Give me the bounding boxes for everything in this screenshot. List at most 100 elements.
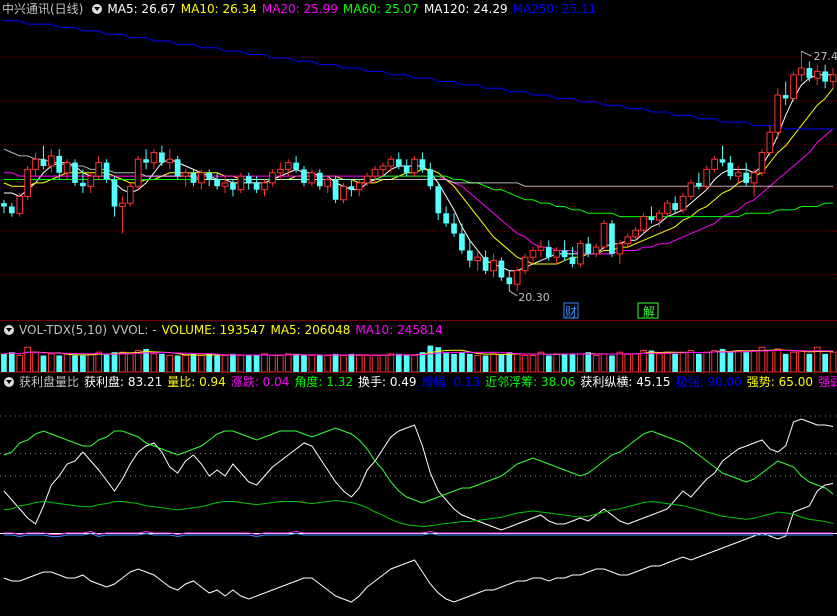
candle-body — [545, 247, 552, 258]
candle-body — [126, 185, 134, 204]
indicator-legend-item: 获利纵横: 45.15 — [580, 375, 671, 389]
volume-bar — [774, 348, 782, 372]
volume-bar — [340, 355, 347, 372]
candle-body — [63, 162, 71, 174]
candle-body — [443, 213, 449, 224]
volume-bar — [269, 355, 276, 372]
indicator-legend: 获利盘量比 获利盘: 83.21 量比: 0.94 涨跌: 0.04 角度: 1.32 换… — [0, 373, 837, 391]
volume-bar — [387, 353, 395, 372]
volume-bar — [63, 353, 71, 372]
stock-title: 中兴通讯(日线) — [2, 2, 84, 16]
candle-body — [806, 68, 813, 79]
volume-bar — [703, 351, 711, 372]
volume-bar — [750, 350, 758, 372]
candle-body — [498, 260, 505, 278]
volume-bar — [237, 355, 245, 372]
candle-body — [466, 250, 473, 261]
volume-bar — [293, 353, 299, 372]
candle-body — [182, 172, 189, 177]
candle-body — [340, 185, 347, 201]
candle-body — [609, 223, 615, 254]
volume-bar — [182, 355, 189, 372]
volume-bar — [308, 355, 316, 372]
volume-bar — [16, 355, 24, 372]
volume-bar — [663, 351, 671, 372]
volume-bar — [363, 355, 371, 372]
volume-bar — [600, 353, 608, 372]
candle-body — [221, 182, 229, 187]
candle-body — [592, 246, 600, 255]
candle-body — [379, 165, 387, 170]
candle-body — [743, 172, 750, 183]
candle-body — [513, 270, 521, 285]
candle-body — [569, 257, 576, 264]
candle-body — [111, 179, 118, 207]
candle-body — [529, 249, 537, 258]
ma-line-ma250 — [3, 20, 834, 130]
volume-bar — [569, 353, 576, 372]
candle-body — [750, 172, 758, 184]
volume-bar — [371, 355, 379, 372]
volume-bar — [355, 355, 363, 372]
candle-body — [143, 159, 149, 163]
candlestick-chart[interactable]: 27.4 20.30 财 解 — [0, 0, 837, 320]
indicator-legend-item: 强势: 65.00 — [746, 375, 813, 389]
volume-bar — [95, 351, 103, 372]
indicator-legend-item: 强弱分界: 50 — [818, 375, 837, 389]
volume-bar — [490, 353, 497, 372]
volume-bar — [276, 355, 284, 372]
indicator-line — [3, 499, 834, 528]
volume-bar — [632, 353, 639, 372]
candle-body — [585, 243, 592, 254]
volume-bar — [1, 353, 7, 372]
indicator-legend-item: 角度: 1.32 — [294, 375, 353, 389]
candle-body — [276, 168, 284, 174]
candle-body — [766, 131, 774, 153]
volume-bar — [198, 355, 205, 372]
volume-bar — [443, 352, 449, 372]
ma-legend-item: MA20: 25.99 — [261, 2, 338, 16]
volume-bar — [782, 353, 789, 372]
candle-body — [774, 94, 782, 133]
indicator-legend-item: 获利盘量比 — [19, 375, 80, 389]
dropdown-circle-icon[interactable] — [4, 377, 14, 387]
volume-bar — [150, 353, 158, 372]
candle-body — [490, 260, 497, 272]
candle-body — [230, 182, 236, 190]
event-label: 解 — [643, 305, 655, 319]
volume-bar — [506, 352, 513, 372]
indicator-legend-item: 增幅: 0.13 — [421, 375, 481, 389]
volume-bar — [253, 355, 260, 372]
volume-bar — [47, 353, 55, 372]
volume-bar — [798, 350, 805, 372]
candle-body — [269, 172, 276, 184]
volume-bar — [395, 353, 402, 372]
ma-legend-item: MA250: 25.11 — [512, 2, 597, 16]
volume-bar — [411, 355, 418, 372]
volume-bar — [545, 355, 552, 372]
candle-body — [648, 216, 655, 221]
indicator-chart[interactable] — [0, 373, 837, 616]
candle-body — [703, 168, 711, 187]
volume-bar — [687, 350, 695, 372]
candle-body — [427, 169, 434, 187]
dropdown-circle-icon[interactable] — [92, 4, 103, 14]
candle-body — [198, 172, 205, 184]
volume-legend-item: MA5: 206048 — [270, 323, 351, 337]
volume-bar — [766, 350, 774, 372]
volume-bar — [72, 355, 78, 372]
candle-body — [798, 67, 805, 76]
volume-bar — [87, 353, 95, 372]
candle-body — [813, 70, 821, 79]
candle-body — [711, 158, 718, 170]
volume-bar — [585, 352, 592, 372]
dropdown-circle-icon[interactable] — [4, 325, 14, 335]
candle-body — [308, 172, 316, 184]
indicator-legend-item: 极强: 90.00 — [675, 375, 742, 389]
candle-body — [80, 182, 86, 187]
volume-bar — [498, 353, 505, 372]
volume-bar — [711, 350, 718, 372]
volume-bar — [822, 353, 828, 372]
volume-bar — [80, 355, 86, 372]
volume-bar — [537, 351, 545, 372]
